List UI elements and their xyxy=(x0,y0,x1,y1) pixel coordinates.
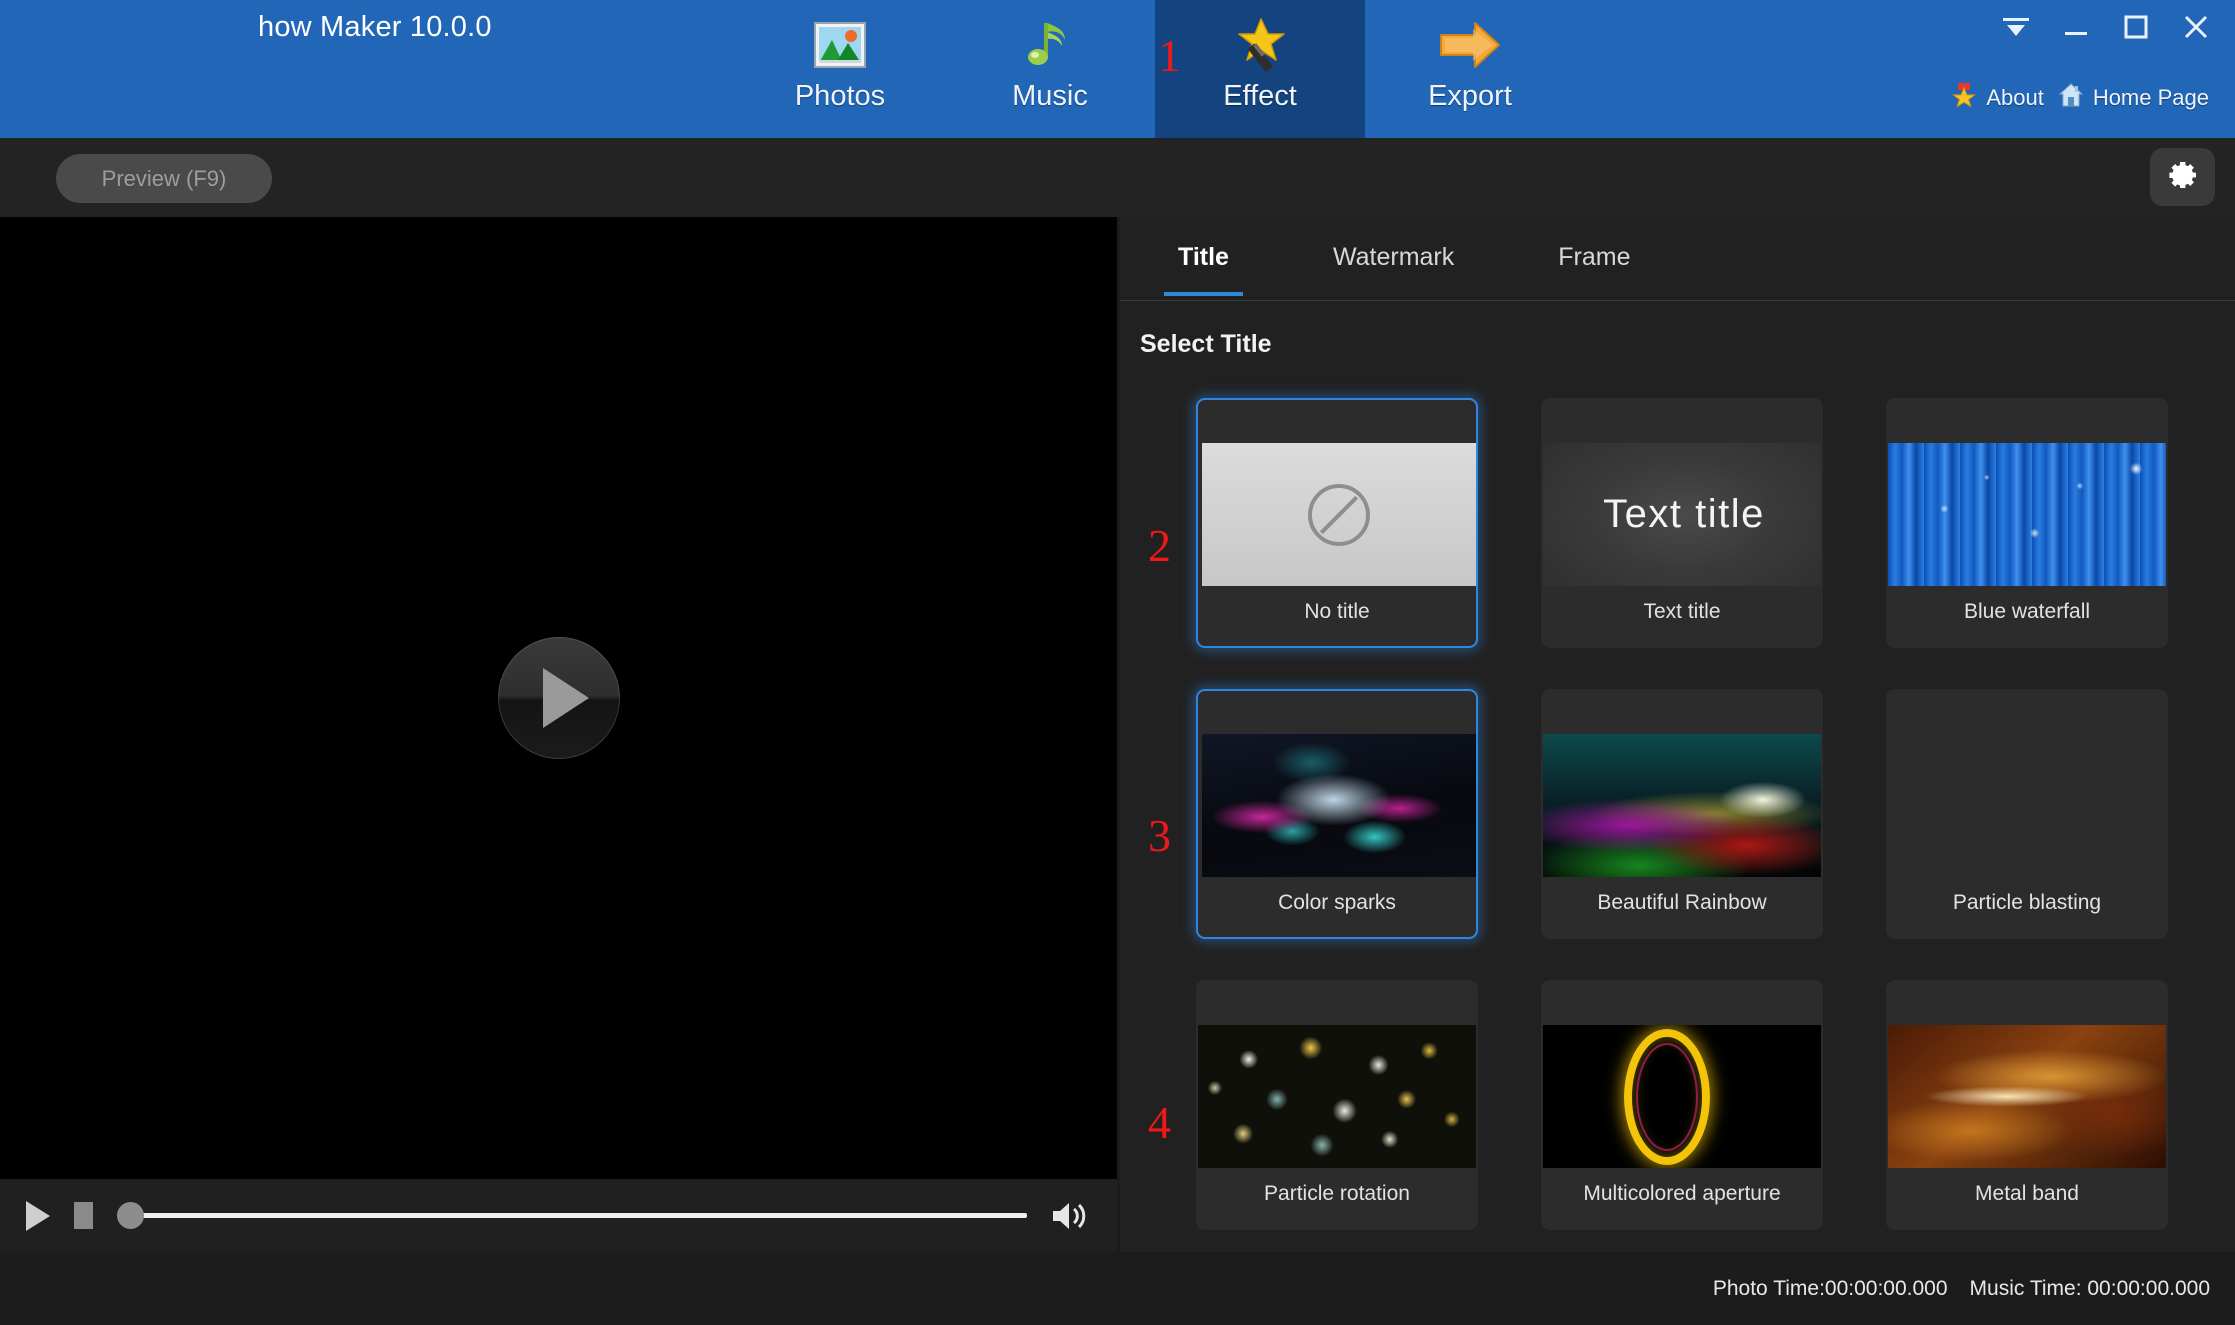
nav-tab-effect-label: Effect xyxy=(1223,80,1297,113)
nav-tab-photos[interactable]: Photos xyxy=(735,0,945,138)
nav-tab-effect[interactable]: Effect xyxy=(1155,0,1365,138)
stop-icon[interactable] xyxy=(74,1202,93,1229)
video-preview-pane xyxy=(0,217,1117,1252)
select-title-heading: Select Title xyxy=(1140,330,1272,359)
progress-slider-handle[interactable] xyxy=(117,1202,144,1229)
preview-toolbar: Preview (F9) xyxy=(0,138,2235,217)
preset-thumbnail xyxy=(1198,1025,1478,1168)
player-controls xyxy=(0,1179,1117,1252)
settings-button[interactable] xyxy=(2150,148,2215,206)
sparks-art xyxy=(1202,734,1476,877)
preset-thumbnail xyxy=(1202,734,1476,877)
preset-card-beautiful-rainbow[interactable]: Beautiful Rainbow xyxy=(1541,689,1823,939)
preset-label: Particle blasting xyxy=(1888,891,2166,915)
nav-tab-export[interactable]: Export xyxy=(1365,0,1575,138)
preset-thumbnail xyxy=(1543,1025,1823,1168)
preset-thumbnail xyxy=(1888,1025,2168,1168)
window-controls xyxy=(1999,10,2213,44)
home-page-link[interactable]: Home Page xyxy=(2058,82,2209,114)
progress-bar-track xyxy=(131,1213,1027,1218)
magic-wand-icon xyxy=(1224,14,1296,76)
tab-title[interactable]: Title xyxy=(1164,243,1243,296)
video-stage[interactable] xyxy=(0,217,1117,1179)
speaker-icon[interactable] xyxy=(1049,1198,1091,1234)
music-note-icon xyxy=(1014,14,1086,76)
arrow-right-icon xyxy=(1434,14,1506,76)
collapse-ribbon-button[interactable] xyxy=(1999,10,2033,44)
photo-icon xyxy=(804,14,876,76)
preset-card-multicolored-aperture[interactable]: Multicolored aperture xyxy=(1541,980,1823,1230)
preset-thumbnail xyxy=(1543,734,1823,877)
metal-art xyxy=(1888,1025,2168,1168)
preset-label: Text title xyxy=(1543,600,1821,624)
about-link-label: About xyxy=(1986,85,2044,111)
preset-label: No title xyxy=(1198,600,1476,624)
nav-tab-photos-label: Photos xyxy=(795,80,885,113)
progress-slider[interactable] xyxy=(117,1202,1027,1230)
app-window: how Maker 10.0.0 Photos xyxy=(0,0,2235,1325)
close-button[interactable] xyxy=(2179,10,2213,44)
photo-time-status: Photo Time:00:00:00.000 xyxy=(1713,1277,1948,1301)
app-title: how Maker 10.0.0 xyxy=(258,11,738,44)
panel-tabs: Title Watermark Frame xyxy=(1120,217,2235,301)
preset-label: Color sparks xyxy=(1198,891,1476,915)
title-preset-grid: No title Text title Text title Blue wate… xyxy=(1196,398,2206,1271)
title-bar: how Maker 10.0.0 Photos xyxy=(0,0,2235,138)
no-entry-icon xyxy=(1202,443,1476,586)
minimize-button[interactable] xyxy=(2059,10,2093,44)
preset-card-no-title[interactable]: No title xyxy=(1196,398,1478,648)
about-link[interactable]: About xyxy=(1951,82,2044,114)
blast-art xyxy=(1888,734,2168,877)
header-links: About Home Page xyxy=(1951,82,2209,114)
home-page-link-label: Home Page xyxy=(2093,85,2209,111)
preset-thumbnail xyxy=(1202,443,1476,586)
preview-button[interactable]: Preview (F9) xyxy=(56,154,272,203)
main-nav-tabs: Photos Music xyxy=(735,0,1575,138)
award-star-icon xyxy=(1951,82,1977,114)
gear-icon xyxy=(2165,157,2201,198)
preset-card-metal-band[interactable]: Metal band xyxy=(1886,980,2168,1230)
preset-card-text-title[interactable]: Text title Text title xyxy=(1541,398,1823,648)
status-bar: Photo Time:00:00:00.000 Music Time: 00:0… xyxy=(0,1252,2235,1325)
tab-watermark[interactable]: Watermark xyxy=(1319,243,1468,296)
preset-label: Blue waterfall xyxy=(1888,600,2166,624)
play-circle-icon[interactable] xyxy=(498,637,620,759)
nav-tab-export-label: Export xyxy=(1428,80,1512,113)
preset-label: Particle rotation xyxy=(1198,1182,1476,1206)
aperture-art xyxy=(1543,1025,1823,1168)
play-icon[interactable] xyxy=(26,1201,50,1231)
preset-card-color-sparks[interactable]: Color sparks xyxy=(1196,689,1478,939)
nav-tab-music-label: Music xyxy=(1012,80,1088,113)
rainbow-art xyxy=(1543,734,1823,877)
preset-label: Beautiful Rainbow xyxy=(1543,891,1821,915)
preset-label: Metal band xyxy=(1888,1182,2166,1206)
preset-thumbnail: Text title xyxy=(1543,443,1823,586)
preset-card-particle-rotation[interactable]: Particle rotation xyxy=(1196,980,1478,1230)
home-icon xyxy=(2058,82,2084,114)
preset-overlay-text: Text title xyxy=(1543,443,1823,586)
bokeh-art xyxy=(1198,1025,1478,1168)
waterfall-art xyxy=(1888,443,2168,586)
preset-label: Multicolored aperture xyxy=(1543,1182,1821,1206)
preset-card-particle-blasting[interactable]: Particle blasting xyxy=(1886,689,2168,939)
maximize-button[interactable] xyxy=(2119,10,2153,44)
music-time-status: Music Time: 00:00:00.000 xyxy=(1970,1277,2210,1301)
preset-thumbnail xyxy=(1888,734,2168,877)
tab-frame[interactable]: Frame xyxy=(1544,243,1644,296)
nav-tab-music[interactable]: Music xyxy=(945,0,1155,138)
preset-card-blue-waterfall[interactable]: Blue waterfall xyxy=(1886,398,2168,648)
preset-thumbnail xyxy=(1888,443,2168,586)
play-triangle xyxy=(543,668,589,728)
